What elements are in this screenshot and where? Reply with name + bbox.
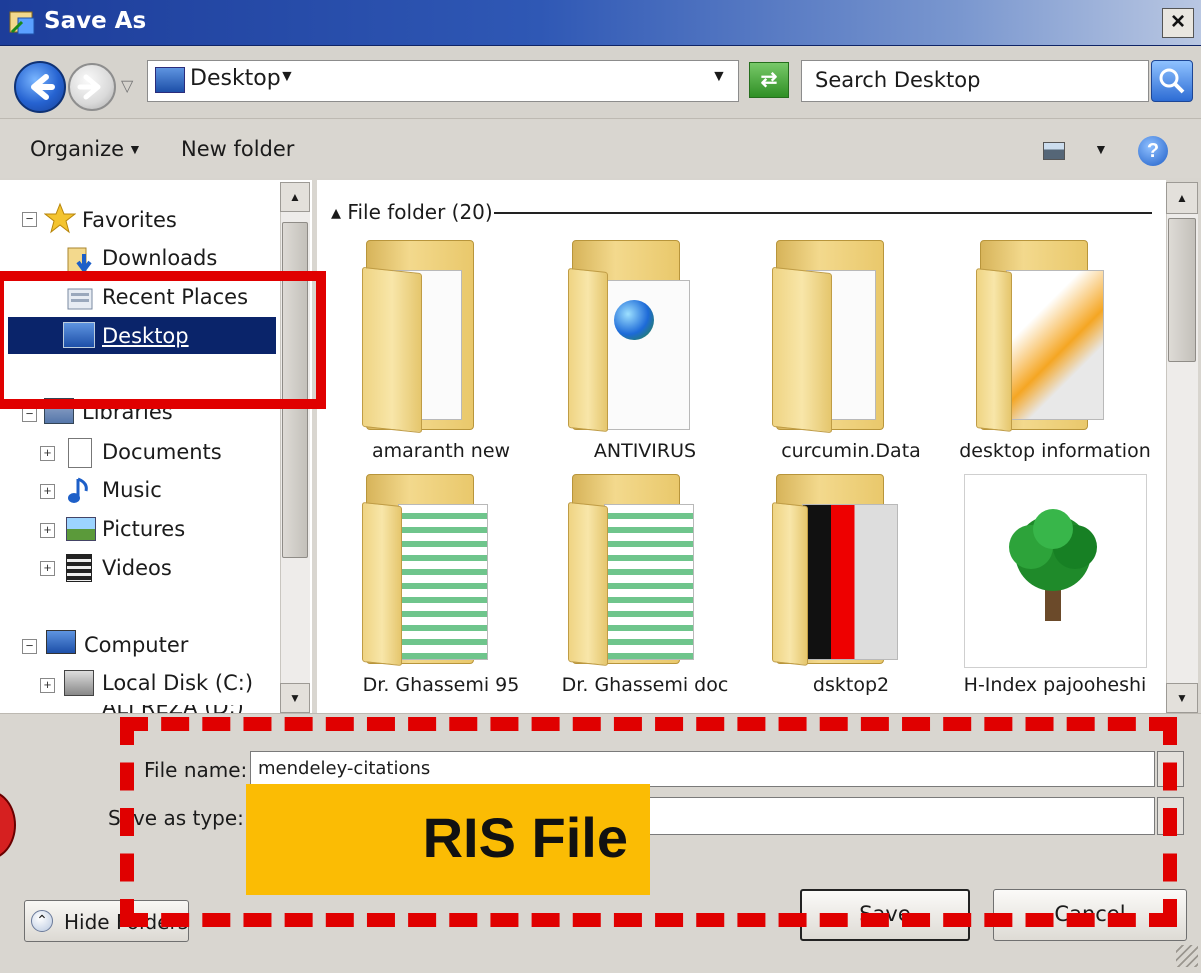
file-item-label[interactable]: desktop information xyxy=(955,440,1155,462)
search-icon[interactable] xyxy=(1151,60,1193,102)
nav-item-favorites[interactable]: Favorites xyxy=(82,208,177,232)
nav-item-documents[interactable]: Documents xyxy=(102,440,222,464)
file-group-header[interactable]: ▴ File folder (20) xyxy=(331,200,493,224)
scroll-up-arrow-icon[interactable]: ▲ xyxy=(280,182,310,212)
search-placeholder: Search Desktop xyxy=(815,68,981,92)
change-view-icon[interactable] xyxy=(1043,142,1065,160)
nav-item-downloads[interactable]: Downloads xyxy=(102,246,217,270)
file-item-label[interactable]: H-Index pajooheshi xyxy=(955,674,1155,696)
folder-icon[interactable] xyxy=(568,474,698,674)
file-item-label[interactable]: dsktop2 xyxy=(751,674,951,696)
expand-local-disk-icon[interactable]: + xyxy=(40,678,55,693)
folder-icon[interactable] xyxy=(362,474,492,674)
folder-icon[interactable] xyxy=(568,240,690,440)
expand-music-icon[interactable]: + xyxy=(40,484,55,499)
file-item-label[interactable]: amaranth new xyxy=(341,440,541,462)
collapse-libraries-icon[interactable]: − xyxy=(22,407,37,422)
tree-icon xyxy=(1009,509,1097,621)
music-note-icon xyxy=(66,475,94,510)
address-location[interactable]: Desktop xyxy=(190,66,281,91)
title-bar[interactable] xyxy=(0,0,1201,46)
help-icon[interactable]: ? xyxy=(1138,136,1168,166)
document-icon xyxy=(68,438,92,468)
forward-button[interactable] xyxy=(68,63,116,111)
file-group-label: File folder (20) xyxy=(347,200,493,224)
nav-item-videos[interactable]: Videos xyxy=(102,556,172,580)
organize-dropdown-icon[interactable]: ▼ xyxy=(128,141,142,157)
expand-videos-icon[interactable]: + xyxy=(40,561,55,576)
film-strip-icon xyxy=(66,554,92,582)
new-folder-button[interactable]: New folder xyxy=(181,137,294,161)
recent-pages-dropdown-icon[interactable]: ▽ xyxy=(121,76,133,96)
back-button[interactable] xyxy=(14,61,66,113)
folder-icon[interactable] xyxy=(772,240,892,440)
highlight-box-desktop xyxy=(0,271,326,409)
save-as-app-icon xyxy=(8,8,36,36)
breadcrumb-arrow-icon[interactable]: ▼ xyxy=(279,68,295,86)
group-collapse-icon[interactable]: ▴ xyxy=(331,200,347,224)
scroll-down-arrow-icon[interactable]: ▼ xyxy=(280,683,310,713)
resize-grip-icon[interactable] xyxy=(1176,945,1198,967)
collapse-favorites-icon[interactable]: − xyxy=(22,212,37,227)
file-item-label[interactable]: Dr. Ghassemi doc xyxy=(545,674,745,696)
address-history-dropdown-icon[interactable]: ▼ xyxy=(711,68,727,86)
window-title: Save As xyxy=(44,8,147,34)
globe-icon xyxy=(614,300,654,340)
pictures-icon xyxy=(66,517,96,541)
folder-icon[interactable] xyxy=(976,240,1106,440)
nav-item-next-drive-clipped: ALI REZA (D:) xyxy=(0,705,280,713)
highlight-box-save-fields xyxy=(120,717,1177,927)
organize-button[interactable]: Organize xyxy=(30,137,124,161)
nav-item-computer[interactable]: Computer xyxy=(84,633,188,657)
nav-item-local-disk[interactable]: Local Disk (C:) xyxy=(102,671,253,695)
hard-drive-icon xyxy=(64,670,94,696)
expand-pictures-icon[interactable]: + xyxy=(40,523,55,538)
collapse-computer-icon[interactable]: − xyxy=(22,639,37,654)
desktop-icon xyxy=(155,67,185,93)
nav-item-pictures[interactable]: Pictures xyxy=(102,517,185,541)
file-item-label[interactable]: Dr. Ghassemi 95 xyxy=(341,674,541,696)
folder-icon[interactable] xyxy=(772,474,902,674)
file-scroll-thumb[interactable] xyxy=(1168,218,1196,362)
refresh-button[interactable]: ⇄ xyxy=(749,62,789,98)
file-thumbnail[interactable] xyxy=(964,474,1147,668)
close-button[interactable]: × xyxy=(1162,8,1194,38)
nav-item-music[interactable]: Music xyxy=(102,478,162,502)
folder-icon[interactable] xyxy=(362,240,482,440)
collapse-arrow-icon: ⌃ xyxy=(31,910,53,932)
forward-arrow-icon xyxy=(77,74,101,100)
expand-documents-icon[interactable]: + xyxy=(40,446,55,461)
file-item-label[interactable]: ANTIVIRUS xyxy=(545,440,745,462)
scroll-down-arrow-icon[interactable]: ▼ xyxy=(1166,683,1198,713)
back-arrow-icon xyxy=(31,74,55,100)
nav-item-next-drive[interactable]: ALI REZA (D:) xyxy=(102,705,280,713)
scroll-up-arrow-icon[interactable]: ▲ xyxy=(1166,182,1198,214)
star-icon xyxy=(43,202,77,239)
file-item-label[interactable]: curcumin.Data xyxy=(751,440,951,462)
group-divider xyxy=(494,212,1152,214)
computer-icon xyxy=(46,630,76,654)
view-options-dropdown-icon[interactable]: ▼ xyxy=(1094,141,1108,157)
